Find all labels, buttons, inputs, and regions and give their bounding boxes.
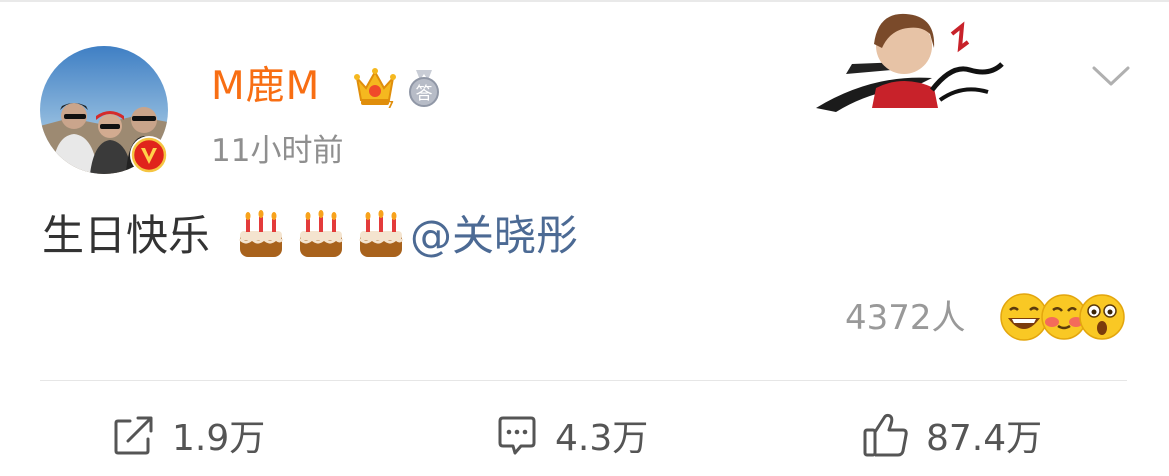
post-content: 生日快乐 @关晓彤 bbox=[42, 207, 578, 265]
svg-text:答: 答 bbox=[416, 84, 433, 104]
cake-emoji-icon bbox=[298, 210, 344, 257]
action-divider bbox=[40, 380, 1127, 381]
svg-text:7: 7 bbox=[387, 100, 394, 110]
repost-button[interactable]: 1.9万 bbox=[112, 410, 265, 460]
post-text: 生日快乐 bbox=[42, 211, 211, 260]
promo-banner-image[interactable] bbox=[812, 4, 1012, 114]
comment-icon bbox=[498, 416, 536, 455]
comment-count: 4.3万 bbox=[555, 418, 649, 459]
reaction-count[interactable]: 4372人 bbox=[845, 296, 966, 340]
cake-emoji-icon bbox=[358, 210, 404, 257]
post-timestamp: 11小时前 bbox=[211, 133, 344, 169]
share-icon bbox=[114, 416, 153, 455]
chevron-down-icon[interactable] bbox=[1090, 62, 1132, 88]
medal-answer-icon[interactable]: 答 bbox=[404, 68, 444, 108]
mention-link[interactable]: @关晓彤 bbox=[410, 207, 578, 265]
author-name[interactable]: M鹿M bbox=[211, 62, 320, 112]
comment-button[interactable]: 4.3万 bbox=[495, 410, 648, 460]
verified-badge-icon bbox=[130, 136, 168, 174]
crown-vip-icon[interactable]: 7 bbox=[352, 64, 398, 110]
thumbs-up-icon bbox=[863, 413, 908, 457]
top-divider bbox=[0, 0, 1169, 2]
reaction-emojis-icon[interactable] bbox=[998, 290, 1128, 344]
repost-count: 1.9万 bbox=[172, 418, 266, 459]
like-button[interactable]: 87.4万 bbox=[862, 410, 1042, 460]
like-count: 87.4万 bbox=[926, 418, 1043, 459]
cake-emoji-icon bbox=[238, 210, 284, 257]
